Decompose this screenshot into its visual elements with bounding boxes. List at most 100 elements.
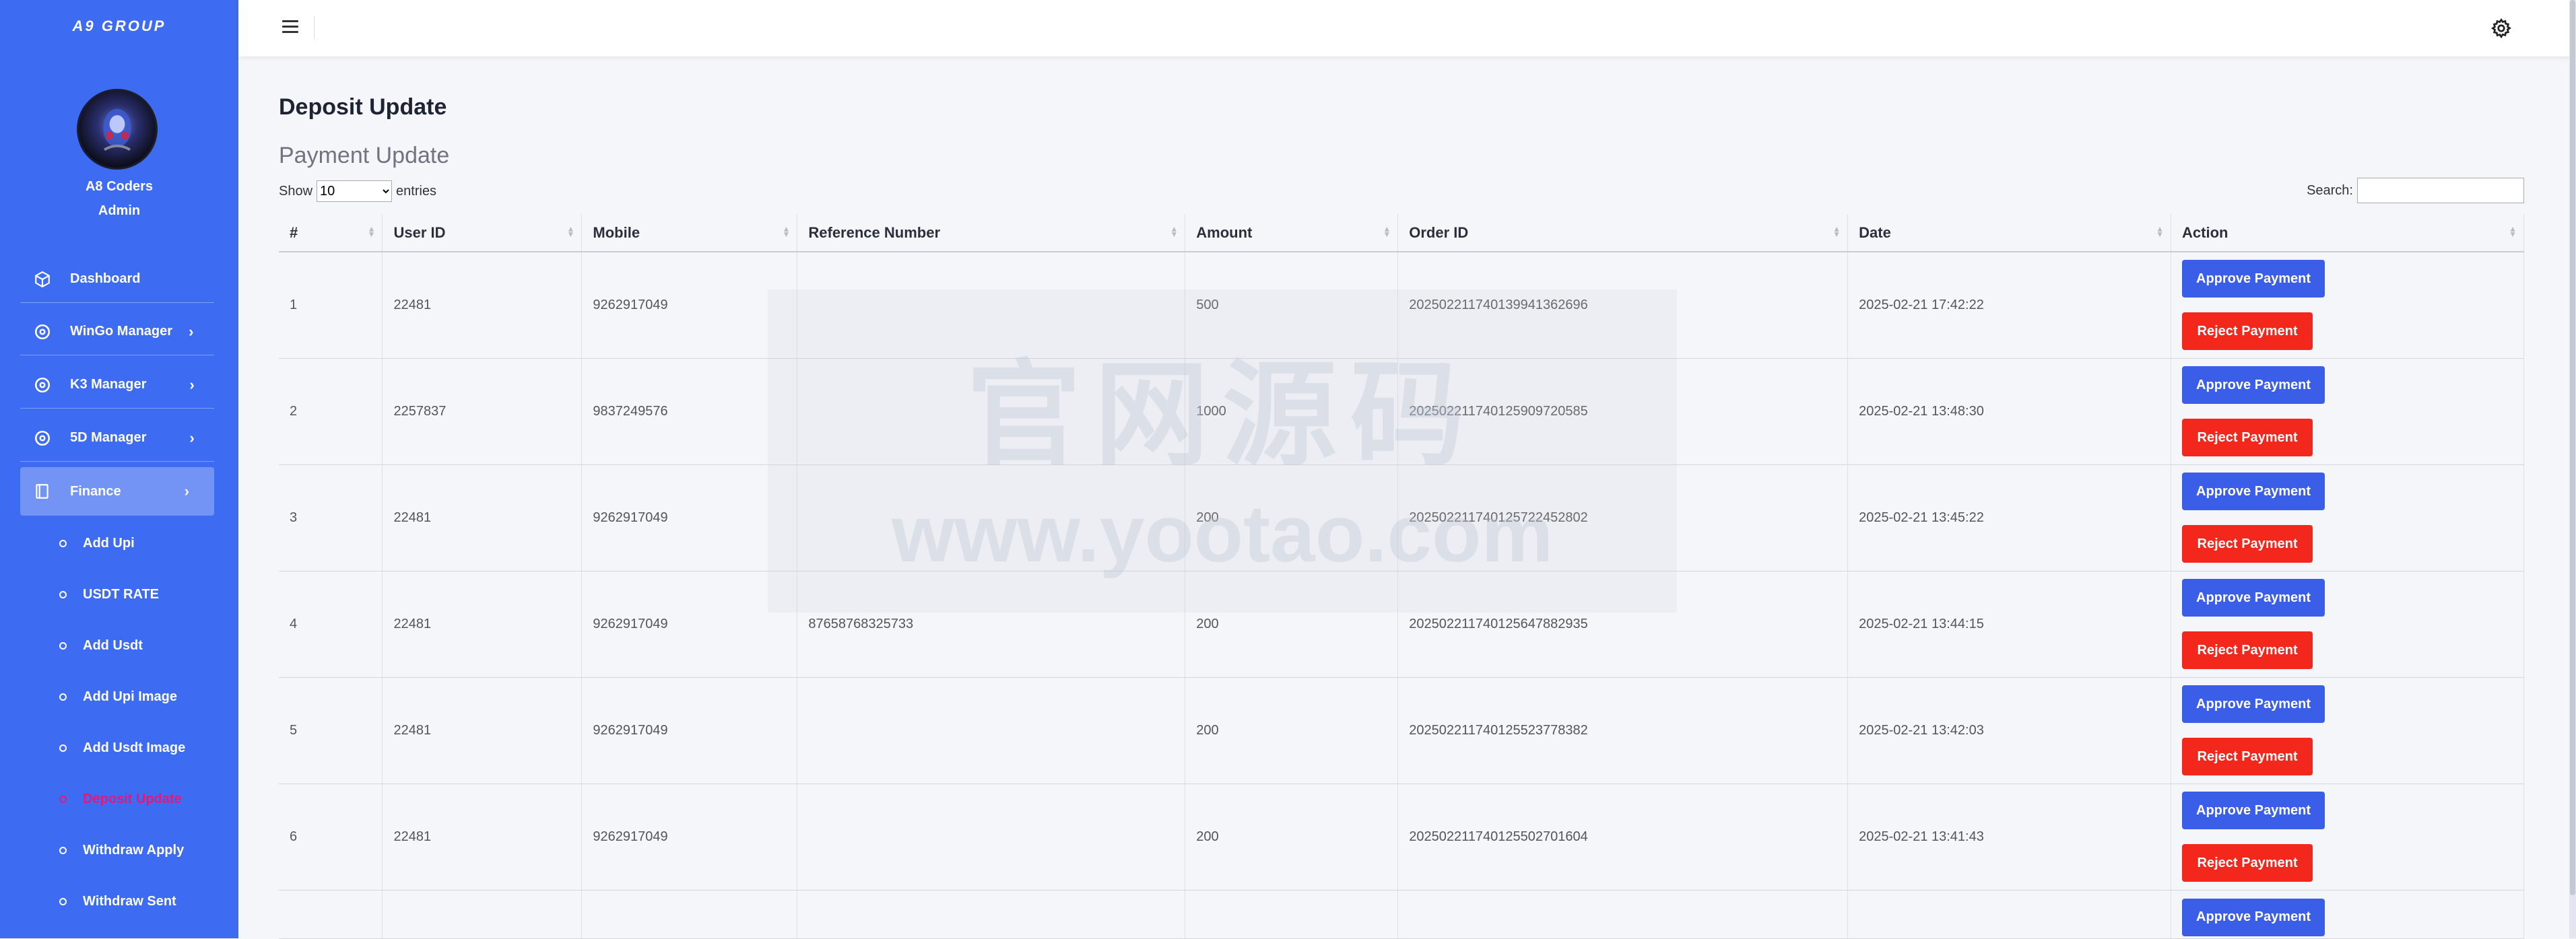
column-header-order-id[interactable]: Order ID ▲ ▼: [1397, 214, 1849, 252]
approve-payment-button[interactable]: Approve Payment: [2182, 366, 2325, 404]
column-header-number[interactable]: # ▲ ▼: [279, 214, 383, 252]
column-header-user-id[interactable]: User ID ▲ ▼: [382, 214, 583, 252]
cell-action: Approve Payment Reject Payment: [2171, 252, 2524, 359]
section-title: Payment Update: [279, 143, 450, 168]
column-header-amount[interactable]: Amount ▲ ▼: [1185, 214, 1399, 252]
reject-payment-button[interactable]: Reject Payment: [2182, 525, 2313, 563]
nav-5d-manager[interactable]: 5D Manager ›: [20, 415, 214, 462]
cell-reference: [797, 464, 1186, 571]
cell-order-id: 20250221174012572245280​2: [1397, 464, 1849, 571]
reject-payment-button[interactable]: Reject Payment: [2182, 312, 2313, 351]
reject-payment-button[interactable]: Reject Payment: [2182, 844, 2313, 882]
cell-number: [279, 890, 383, 939]
sub-add-usdt[interactable]: Add Usdt: [59, 638, 143, 654]
column-header-reference-number[interactable]: Reference Number ▲ ▼: [797, 214, 1186, 252]
reject-payment-button[interactable]: Reject Payment: [2182, 738, 2313, 775]
search-label: Search:: [2307, 182, 2353, 198]
sort-icon: ▲ ▼: [1170, 224, 1179, 239]
cell-order-id: 20250221174012564788293​5: [1397, 571, 1849, 678]
approve-payment-button[interactable]: Approve Payment: [2182, 260, 2325, 298]
nav-k3-manager[interactable]: K3 Manager ›: [20, 361, 214, 409]
gear-icon[interactable]: [2490, 18, 2512, 39]
reject-payment-button[interactable]: Reject Payment: [2182, 631, 2313, 669]
cell-action: Approve Payment Reject Payment: [2171, 677, 2524, 784]
column-header-date[interactable]: Date ▲ ▼: [1847, 214, 2172, 252]
column-header-action[interactable]: Action ▲ ▼: [2171, 214, 2524, 252]
nav-finance[interactable]: Finance ›: [20, 467, 214, 516]
target-icon: [34, 323, 61, 341]
scrollbar[interactable]: [2569, 0, 2576, 938]
search-control: Search:: [2307, 178, 2524, 203]
cell-reference: [797, 358, 1186, 465]
cell-order-id: [1397, 890, 1849, 939]
cell-mobile: 9262917049: [581, 677, 798, 784]
cell-order-id: 20250221174012552377838​2: [1397, 677, 1849, 784]
cell-number: 6: [279, 784, 383, 891]
cell-mobile: 9262917049: [581, 784, 798, 891]
cell-order-id: 20250221174013994136269​6: [1397, 252, 1849, 359]
scrollbar-thumb[interactable]: [2570, 0, 2575, 895]
chevron-right-icon: ›: [189, 429, 195, 446]
cell-amount: 200: [1185, 464, 1399, 571]
approve-payment-button[interactable]: Approve Payment: [2182, 579, 2325, 617]
table-row: 5 22481 9262917049 200 20250221174012552…: [279, 677, 2524, 784]
cell-date: 2025-02-21 13:42:03: [1847, 677, 2172, 784]
book-icon: [34, 483, 61, 500]
sub-add-upi[interactable]: Add Upi: [59, 536, 135, 551]
sort-icon: ▲ ▼: [1383, 224, 1391, 239]
entries-length-control: Show 10 entries: [279, 180, 436, 202]
column-header-mobile[interactable]: Mobile ▲ ▼: [581, 214, 798, 252]
sub-usdt-rate[interactable]: USDT RATE: [59, 587, 159, 602]
cube-icon: [34, 271, 61, 288]
chevron-right-icon: ›: [189, 376, 195, 393]
search-input[interactable]: [2357, 178, 2524, 203]
avatar: [77, 89, 158, 170]
cell-mobile: [581, 890, 798, 939]
approve-payment-button[interactable]: Approve Payment: [2182, 898, 2325, 936]
sub-add-usdt-image[interactable]: Add Usdt Image: [59, 740, 185, 756]
cell-number: 2: [279, 358, 383, 465]
cell-order-id: 20250221174012550270160​4: [1397, 784, 1849, 891]
payments-table: # ▲ ▼ User ID ▲ ▼ Mobile ▲ ▼ Reference Number ▲…: [279, 214, 2524, 939]
user-name: A8 Coders: [85, 179, 154, 194]
cell-user-id: 22481: [382, 677, 583, 784]
sub-add-upi-image[interactable]: Add Upi Image: [59, 689, 177, 705]
sub-withdraw-sent[interactable]: Withdraw Sent: [59, 894, 176, 909]
approve-payment-button[interactable]: Approve Payment: [2182, 685, 2325, 723]
circle-icon: [59, 847, 67, 854]
cell-user-id: [382, 890, 583, 939]
reject-payment-button[interactable]: Reject Payment: [2182, 419, 2313, 456]
approve-payment-button[interactable]: Approve Payment: [2182, 792, 2325, 829]
cell-amount: [1185, 890, 1399, 939]
nav-label: WinGo Manager: [70, 324, 173, 339]
table-row: Approve Payment: [279, 890, 2524, 939]
cell-mobile: 9837249576: [581, 358, 798, 465]
nav-label: K3 Manager: [70, 377, 147, 392]
cell-mobile: 9262917049: [581, 252, 798, 359]
cell-date: 2025-02-21 13:45:22: [1847, 464, 2172, 571]
entries-select[interactable]: 10: [317, 180, 393, 202]
sort-icon: ▲ ▼: [782, 224, 791, 239]
nav-label: 5D Manager: [70, 430, 147, 445]
page-title: Deposit Update: [279, 94, 447, 120]
sub-withdraw-apply[interactable]: Withdraw Apply: [59, 843, 184, 858]
table-row: 2 2257837 9837249576 1000 20250221174012…: [279, 358, 2524, 465]
hamburger-menu-icon[interactable]: [282, 20, 298, 35]
cell-reference: [797, 784, 1186, 891]
cell-number: 4: [279, 571, 383, 678]
sub-deposit-update[interactable]: Deposit Update: [59, 792, 182, 807]
sidebar: A9 GROUP A8 Coders Admin Dashboard WinGo…: [0, 0, 238, 938]
topbar: [238, 0, 2576, 57]
approve-payment-button[interactable]: Approve Payment: [2182, 473, 2325, 510]
sub-label: Withdraw Apply: [83, 843, 185, 858]
nav-label: Dashboard: [70, 271, 141, 286]
cell-amount: 1000: [1185, 358, 1399, 465]
table-header-row: # ▲ ▼ User ID ▲ ▼ Mobile ▲ ▼ Reference Number ▲…: [279, 214, 2524, 252]
cell-number: 3: [279, 464, 383, 571]
cell-date: [1847, 890, 2172, 939]
nav-wingo-manager[interactable]: WinGo Manager ›: [20, 308, 214, 355]
sort-icon: ▲ ▼: [566, 224, 575, 239]
nav-dashboard[interactable]: Dashboard: [20, 256, 214, 303]
brand-logo: A9 GROUP: [72, 18, 166, 34]
cell-user-id: 22481: [382, 252, 583, 359]
